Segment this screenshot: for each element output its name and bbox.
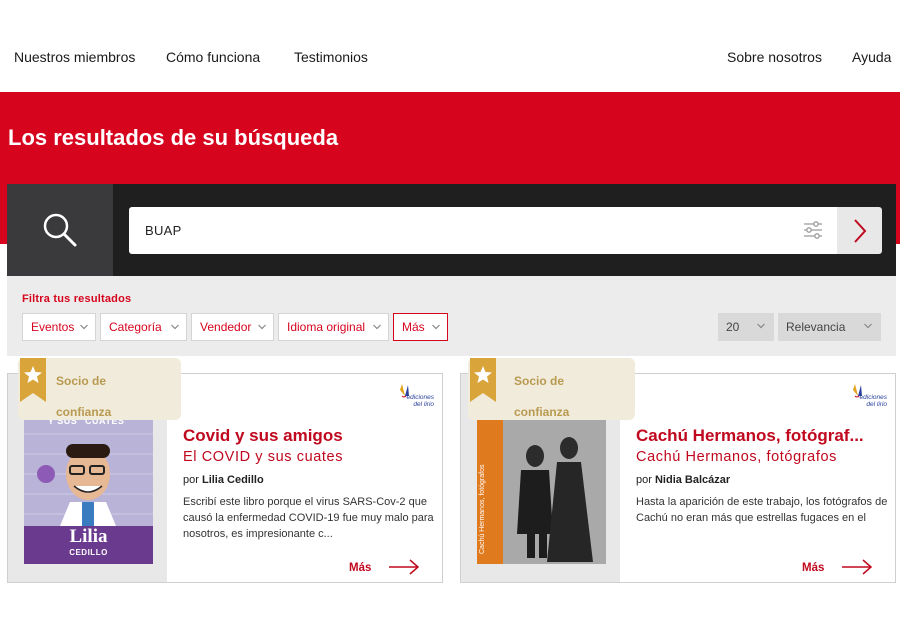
filter-label: Vendedor bbox=[200, 320, 252, 334]
book-title[interactable]: Cachú Hermanos, fotógraf... bbox=[636, 426, 888, 446]
chevron-down-icon bbox=[864, 323, 872, 329]
filter-sliders-icon[interactable] bbox=[802, 219, 824, 241]
search-bar bbox=[7, 184, 896, 276]
more-link[interactable]: Más bbox=[802, 562, 824, 574]
book-subtitle: El COVID y sus cuates bbox=[183, 449, 344, 465]
author-prefix: por bbox=[183, 474, 199, 486]
nav-link-como-funciona[interactable]: Cómo funciona bbox=[166, 49, 260, 65]
filter-label: Categoría bbox=[109, 320, 162, 334]
search-icon-button[interactable] bbox=[7, 184, 113, 276]
book-subtitle: Cachú Hermanos, fotógrafos bbox=[636, 449, 837, 465]
filter-label: Idioma original bbox=[287, 320, 366, 334]
nav-link-nuestros-miembros[interactable]: Nuestros miembros bbox=[14, 49, 135, 65]
publisher-name-line1: ediciones bbox=[859, 394, 887, 401]
star-ribbon-icon bbox=[20, 358, 46, 402]
cover-text-name: Lilia bbox=[69, 526, 108, 547]
badge-label: Socio de confianza bbox=[514, 374, 570, 419]
author-name: Lilia Cedillo bbox=[201, 474, 264, 486]
badge-label: Socio de confianza bbox=[56, 374, 112, 419]
filter-label: Más bbox=[402, 320, 425, 334]
book-description: Hasta la aparición de este trabajo, los … bbox=[636, 496, 888, 524]
publisher-name: ediciones del lirio bbox=[407, 394, 434, 408]
chevron-down-icon bbox=[80, 324, 88, 330]
filter-categoria[interactable]: Categoría bbox=[100, 313, 187, 341]
publisher-name-line2: del lirio bbox=[413, 401, 434, 408]
star-ribbon-icon bbox=[470, 358, 496, 402]
per-page-value: 20 bbox=[726, 320, 740, 334]
book-cover[interactable]: Y SUS "CUATES" Lilia CEDILLO bbox=[24, 414, 153, 564]
chevron-down-icon bbox=[373, 324, 381, 330]
book-description: Escribí este libro porque el virus SARS-… bbox=[183, 496, 434, 540]
per-page-select[interactable]: 20 bbox=[718, 313, 774, 341]
nav-link-ayuda[interactable]: Ayuda bbox=[852, 49, 891, 65]
arrow-right-icon[interactable] bbox=[388, 559, 420, 575]
book-author: por Nidia Balcázar bbox=[636, 474, 730, 486]
publisher-name: ediciones del lirio bbox=[860, 394, 887, 408]
chevron-down-icon bbox=[171, 324, 179, 330]
nav-link-testimonios[interactable]: Testimonios bbox=[294, 49, 368, 65]
author-name: Nidia Balcázar bbox=[654, 474, 731, 486]
sort-value: Relevancia bbox=[786, 320, 846, 334]
search-input[interactable] bbox=[129, 207, 837, 254]
filter-title: Filtra tus resultados bbox=[22, 293, 132, 305]
search-submit-button[interactable] bbox=[837, 207, 882, 254]
book-title[interactable]: Covid y sus amigos bbox=[183, 426, 435, 446]
top-navigation: Nuestros miembros Cómo funciona Testimon… bbox=[0, 0, 900, 92]
filter-panel: Filtra tus resultados Eventos Categoría … bbox=[7, 276, 896, 356]
trusted-partner-badge: Socio de confianza bbox=[18, 358, 181, 420]
filter-mas[interactable]: Más bbox=[393, 313, 448, 341]
publisher-name-line1: ediciones bbox=[406, 394, 434, 401]
trusted-partner-badge: Socio de confianza bbox=[468, 358, 635, 420]
more-link[interactable]: Más bbox=[349, 562, 371, 574]
filter-label: Eventos bbox=[31, 320, 75, 334]
search-icon bbox=[43, 213, 77, 247]
filter-eventos[interactable]: Eventos bbox=[22, 313, 96, 341]
book-author: por Lilia Cedillo bbox=[183, 474, 264, 486]
publisher-name-line2: del lirio bbox=[866, 401, 887, 408]
sort-select[interactable]: Relevancia bbox=[778, 313, 881, 341]
nav-link-sobre-nosotros[interactable]: Sobre nosotros bbox=[727, 49, 822, 65]
author-prefix: por bbox=[636, 474, 652, 486]
chevron-down-icon bbox=[757, 323, 765, 329]
cover-text-surname: CEDILLO bbox=[69, 548, 108, 557]
arrow-right-icon[interactable] bbox=[841, 559, 873, 575]
book-cover[interactable]: Cachú Hermanos, fotógrafos bbox=[477, 414, 606, 564]
book-cover-art bbox=[477, 414, 606, 564]
chevron-down-icon bbox=[432, 324, 440, 330]
chevron-right-icon bbox=[853, 218, 866, 243]
page-title: Los resultados de su búsqueda bbox=[8, 125, 339, 150]
chevron-down-icon bbox=[258, 324, 266, 330]
cover-spine-text: Cachú Hermanos, fotógrafos bbox=[479, 464, 486, 555]
filter-idioma-original[interactable]: Idioma original bbox=[278, 313, 389, 341]
filter-vendedor[interactable]: Vendedor bbox=[191, 313, 274, 341]
